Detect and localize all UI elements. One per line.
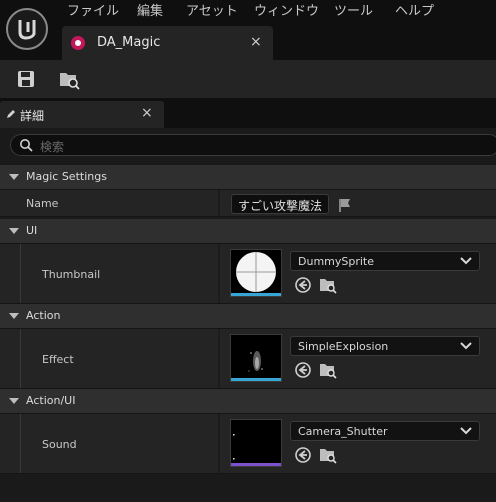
chevron-down-icon <box>460 427 472 435</box>
ue-logo-icon[interactable] <box>6 8 48 50</box>
sound-asset-dropdown[interactable]: Camera_Shutter <box>290 421 480 441</box>
details-tab[interactable]: 詳細 × <box>0 101 164 128</box>
effect-asset-dropdown[interactable]: SimpleExplosion <box>290 336 480 356</box>
indent-guide <box>20 414 21 473</box>
property-row-thumbnail: Thumbnail DummySprite <box>0 244 496 304</box>
menu-file[interactable]: ファイル <box>67 3 119 21</box>
use-selected-icon[interactable] <box>294 446 312 464</box>
use-selected-icon[interactable] <box>294 361 312 379</box>
property-row-sound: Sound Camera_Shutter <box>0 414 496 474</box>
asset-type-bar <box>231 378 281 381</box>
category-label: Action <box>26 309 61 322</box>
use-selected-icon[interactable] <box>294 276 312 294</box>
sound-preview[interactable] <box>230 419 282 467</box>
asset-tab-close-button[interactable]: × <box>250 34 262 50</box>
edit-icon <box>7 110 15 118</box>
search-icon <box>20 139 33 152</box>
effect-asset-value: SimpleExplosion <box>298 340 389 353</box>
expand-arrow-icon <box>9 228 19 234</box>
indent-guide <box>20 244 21 303</box>
category-label: UI <box>26 224 38 237</box>
name-text-field[interactable]: すごい攻撃魔法 <box>231 194 329 214</box>
property-label-name: Name <box>26 197 59 210</box>
details-tab-close-button[interactable]: × <box>141 105 153 121</box>
browse-folder-icon[interactable] <box>319 361 337 379</box>
browse-folder-icon[interactable] <box>319 276 337 294</box>
category-label: Action/UI <box>26 394 76 407</box>
expand-arrow-icon <box>9 313 19 319</box>
chevron-down-icon <box>460 342 472 350</box>
save-icon[interactable] <box>14 66 40 92</box>
chevron-down-icon <box>460 257 472 265</box>
category-action-ui[interactable]: Action/UI <box>0 389 496 414</box>
indent-guide <box>20 329 21 388</box>
property-label-sound: Sound <box>42 438 77 451</box>
property-label-thumbnail: Thumbnail <box>42 268 101 281</box>
details-tab-title: 詳細 <box>20 109 45 123</box>
asset-type-bar <box>231 293 281 296</box>
column-splitter[interactable] <box>218 190 220 216</box>
column-splitter[interactable] <box>218 329 220 388</box>
category-magic-settings[interactable]: Magic Settings <box>0 165 496 190</box>
data-asset-icon <box>71 36 85 50</box>
search-placeholder: 検索 <box>40 140 65 154</box>
sound-asset-value: Camera_Shutter <box>298 425 388 438</box>
expand-arrow-icon <box>9 398 19 404</box>
toolbar <box>0 60 496 98</box>
browse-icon[interactable] <box>56 66 82 92</box>
search-input[interactable]: 検索 <box>10 134 496 156</box>
category-action[interactable]: Action <box>0 304 496 329</box>
flag-icon[interactable] <box>337 197 353 213</box>
thumbnail-asset-dropdown[interactable]: DummySprite <box>290 251 480 271</box>
menu-tools[interactable]: ツール <box>334 3 373 21</box>
property-row-effect: Effect SimpleExplosion <box>0 329 496 389</box>
asset-tab[interactable]: DA_Magic × <box>62 26 273 60</box>
expand-arrow-icon <box>9 174 19 180</box>
browse-folder-icon[interactable] <box>319 446 337 464</box>
name-value: すごい攻撃魔法 <box>238 199 323 213</box>
category-ui[interactable]: UI <box>0 219 496 244</box>
column-splitter[interactable] <box>218 414 220 473</box>
effect-preview[interactable] <box>230 334 282 382</box>
thumbnail-asset-value: DummySprite <box>298 255 375 268</box>
asset-tab-title: DA_Magic <box>97 35 161 50</box>
menu-edit[interactable]: 編集 <box>137 3 163 21</box>
property-label-effect: Effect <box>42 353 74 366</box>
thumbnail-preview[interactable] <box>230 249 282 297</box>
category-label: Magic Settings <box>26 170 107 183</box>
asset-type-bar <box>231 463 281 466</box>
column-splitter[interactable] <box>218 244 220 303</box>
menu-window[interactable]: ウィンドウ <box>254 3 319 21</box>
menu-asset[interactable]: アセット <box>186 3 238 21</box>
menu-help[interactable]: ヘルプ <box>395 3 434 21</box>
